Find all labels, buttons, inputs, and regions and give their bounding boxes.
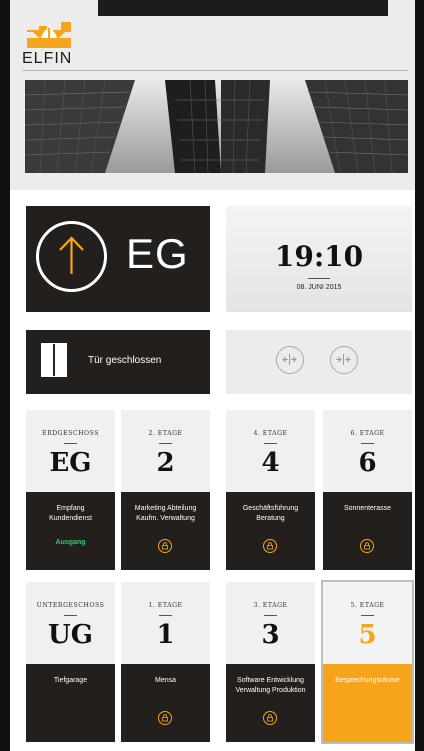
floor-description: Tiefgarage [30,676,111,686]
floor-description: Mensa [125,676,206,686]
floor-description: Sonnenterasse [327,504,408,514]
floor-info: Tiefgarage [26,664,115,742]
elevator-panel: ELFIN EG 19:10 08. JUNI 2015 Tür geschlo… [10,0,415,751]
lock-icon [158,711,172,725]
door-open-button[interactable] [276,346,304,374]
floor-button-eg[interactable]: ERDGESCHOSS EG Empfang Kundendienst Ausg… [26,410,115,570]
floor-header: 1. ETAGE 1 [121,582,210,664]
floor-description: Empfang Kundendienst [30,504,111,524]
floor-button-1[interactable]: 1. ETAGE 1 Mensa [121,582,210,742]
door-close-icon [336,354,351,365]
floor-description: Software Entwicklung Verwaltung Produkti… [230,676,311,696]
floor-description-line: Beratung [256,515,285,522]
floor-description-line: Besprechungsräume [335,677,400,684]
floor-button-4[interactable]: 4. ETAGE 4 Geschäftsführung Beratung [226,410,315,570]
floor-description-line: Mensa [154,677,176,684]
floor-number: 5 [358,620,377,650]
door-control-panel [226,330,412,394]
clock-time: 19:10 [274,240,364,273]
floor-info: Geschäftsführung Beratung [226,492,315,570]
top-notch [98,0,388,16]
floor-sublabel: UNTERGESCHOSS [36,602,105,609]
floor-description-line: Software Entwicklung [237,677,304,684]
floor-sublabel: 4. ETAGE [253,430,288,437]
brand-name: ELFIN [22,50,73,67]
floor-info: Software Entwicklung Verwaltung Produkti… [226,664,315,742]
floor-button-2[interactable]: 2. ETAGE 2 Marketing Abteilung Kaufm. Ve… [121,410,210,570]
floor-status: Ausgang [55,539,86,546]
floor-description: Geschäftsführung Beratung [230,504,311,524]
floor-divider [361,615,374,616]
floor-divider [64,615,77,616]
door-icon [41,343,67,377]
floor-button-3[interactable]: 3. ETAGE 3 Software Entwicklung Verwaltu… [226,582,315,742]
clock-date: 08. JUNI 2015 [296,284,342,291]
floor-divider [159,615,172,616]
hero-image [25,80,408,173]
floor-header: 5. ETAGE 5 [323,582,412,664]
floor-sublabel: ERDGESCHOSS [42,430,99,437]
floor-description-line: Sonnenterasse [343,505,392,512]
floor-divider [264,615,277,616]
floor-header: 4. ETAGE 4 [226,410,315,492]
floor-info: Marketing Abteilung Kaufm. Verwaltung [121,492,210,570]
floor-number: 4 [261,448,280,478]
floor-info: Sonnenterasse [323,492,412,570]
floor-info: Mensa [121,664,210,742]
floor-sublabel: 5. ETAGE [350,602,385,609]
main-content: EG 19:10 08. JUNI 2015 Tür geschlossen E… [10,190,415,751]
floor-description-line: Empfang [56,505,85,512]
direction-indicator: EG [26,206,210,312]
lock-icon [360,539,374,553]
door-status-panel: Tür geschlossen [26,330,210,394]
floor-info: Besprechungsräume [323,664,412,742]
door-open-icon [282,354,297,365]
floor-header: ERDGESCHOSS EG [26,410,115,492]
floor-divider [159,443,172,444]
floor-header: 6. ETAGE 6 [323,410,412,492]
lock-icon [158,539,172,553]
floor-number: 3 [261,620,280,650]
floor-button-6[interactable]: 6. ETAGE 6 Sonnenterasse [323,410,412,570]
floor-button-ug[interactable]: UNTERGESCHOSS UG Tiefgarage [26,582,115,742]
floor-number: 1 [156,620,175,650]
floor-divider [264,443,277,444]
floor-sublabel: 3. ETAGE [253,602,288,609]
floor-divider [64,443,77,444]
header: ELFIN [10,0,415,190]
floor-description-line: Marketing Abteilung [134,505,197,512]
floor-sublabel: 1. ETAGE [148,602,183,609]
floor-description-line: Kaufm. Verwaltung [136,515,195,522]
clock-divider [308,278,330,279]
floor-description-line: Kundendienst [49,515,92,522]
floor-description-line: Tiefgarage [53,677,88,684]
lock-icon [263,711,277,725]
floor-sublabel: 6. ETAGE [350,430,385,437]
clock-panel: 19:10 08. JUNI 2015 [226,206,412,312]
floor-number: UG [48,620,93,650]
floor-description: Besprechungsräume [327,676,408,686]
floor-number: 6 [358,448,377,478]
floor-button-5[interactable]: 5. ETAGE 5 Besprechungsräume [321,580,414,744]
floor-description-line: Verwaltung Produktion [235,687,306,694]
floor-header: UNTERGESCHOSS UG [26,582,115,664]
floor-info: Empfang Kundendienst Ausgang [26,492,115,570]
current-floor-label: EG [126,230,189,277]
door-close-button[interactable] [330,346,358,374]
floor-sublabel: 2. ETAGE [148,430,183,437]
floor-divider [361,443,374,444]
arrow-up-icon [36,221,107,292]
floor-description-line: Geschäftsführung [242,505,299,512]
floor-header: 3. ETAGE 3 [226,582,315,664]
floor-description: Marketing Abteilung Kaufm. Verwaltung [125,504,206,524]
floor-number: 2 [156,448,175,478]
door-status-label: Tür geschlossen [88,355,162,366]
header-divider [22,70,408,71]
floor-number: EG [49,448,92,478]
lock-icon [263,539,277,553]
floor-header: 2. ETAGE 2 [121,410,210,492]
